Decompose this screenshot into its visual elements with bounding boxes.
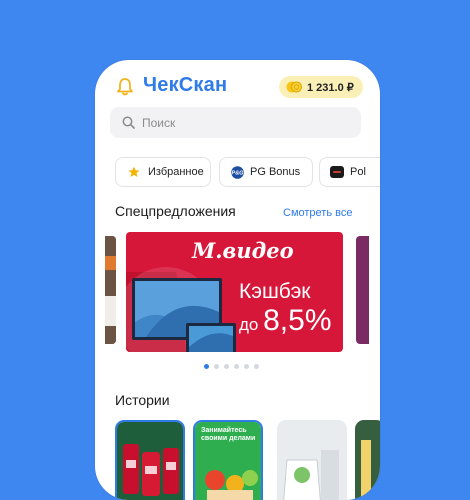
- prev-promo-image: [105, 236, 116, 344]
- pagination-dot[interactable]: [244, 364, 249, 369]
- pagination-dot[interactable]: [204, 364, 209, 369]
- coins-icon: [286, 81, 302, 93]
- offers-title: Спецпредложения: [115, 203, 236, 219]
- promo-prefix: до: [239, 315, 259, 334]
- pagination-dot[interactable]: [254, 364, 259, 369]
- pagination-dot[interactable]: [234, 364, 239, 369]
- stories-title: Истории: [115, 392, 170, 408]
- app-title: ЧекСкан: [143, 74, 228, 96]
- pagination-dot[interactable]: [224, 364, 229, 369]
- filter-chips: Избранное P&G PG Bonus Pol: [115, 157, 380, 187]
- app-header: ЧекСкан 1 231.0 ₽: [95, 60, 380, 112]
- pagination-dot[interactable]: [214, 364, 219, 369]
- story-card[interactable]: [277, 420, 347, 500]
- chip-favorites[interactable]: Избранное: [115, 157, 211, 187]
- chip-third-label: Pol: [350, 166, 366, 178]
- promo-cashback-amount: до 8,5%: [239, 304, 332, 338]
- search-icon: [122, 116, 135, 129]
- balance-badge[interactable]: 1 231.0 ₽: [279, 76, 363, 98]
- balance-amount: 1 231.0 ₽: [307, 81, 354, 94]
- prev-promo-card[interactable]: [105, 236, 116, 344]
- next-promo-card[interactable]: [356, 236, 369, 344]
- story-shopping-image: [277, 420, 347, 500]
- carousel-pagination: [204, 364, 259, 369]
- promo-cashback-label: Кэшбэк: [239, 280, 311, 303]
- see-all-link[interactable]: Смотреть все: [283, 207, 352, 219]
- chip-pg-bonus[interactable]: P&G PG Bonus: [219, 157, 313, 187]
- story-card[interactable]: Занимайтесь своими делами: [193, 420, 263, 500]
- svg-text:P&G: P&G: [232, 170, 244, 176]
- story-partial-image: [355, 420, 380, 500]
- app-screen: ЧекСкан 1 231.0 ₽ Избранное P&G: [95, 60, 380, 500]
- promo-value: 8,5%: [263, 304, 332, 337]
- brand-logo-icon: [330, 166, 344, 178]
- pg-logo-icon: P&G: [231, 165, 244, 179]
- promo-banner-mvideo[interactable]: М.видео Кэшбэк до 8,5%: [126, 232, 343, 352]
- chip-favorites-label: Избранное: [148, 166, 204, 178]
- story-caption: Занимайтесь своими делами: [201, 427, 256, 442]
- bell-icon[interactable]: [115, 77, 135, 97]
- chip-pg-bonus-label: PG Bonus: [250, 166, 301, 178]
- story-card[interactable]: [115, 420, 185, 500]
- search-bar[interactable]: [110, 107, 361, 138]
- promo-brand: М.видео: [192, 238, 294, 263]
- star-icon: [128, 166, 140, 177]
- story-cola-image: [117, 422, 183, 500]
- search-input[interactable]: [142, 115, 342, 130]
- chip-third[interactable]: Pol: [319, 157, 380, 187]
- story-card[interactable]: [355, 420, 380, 500]
